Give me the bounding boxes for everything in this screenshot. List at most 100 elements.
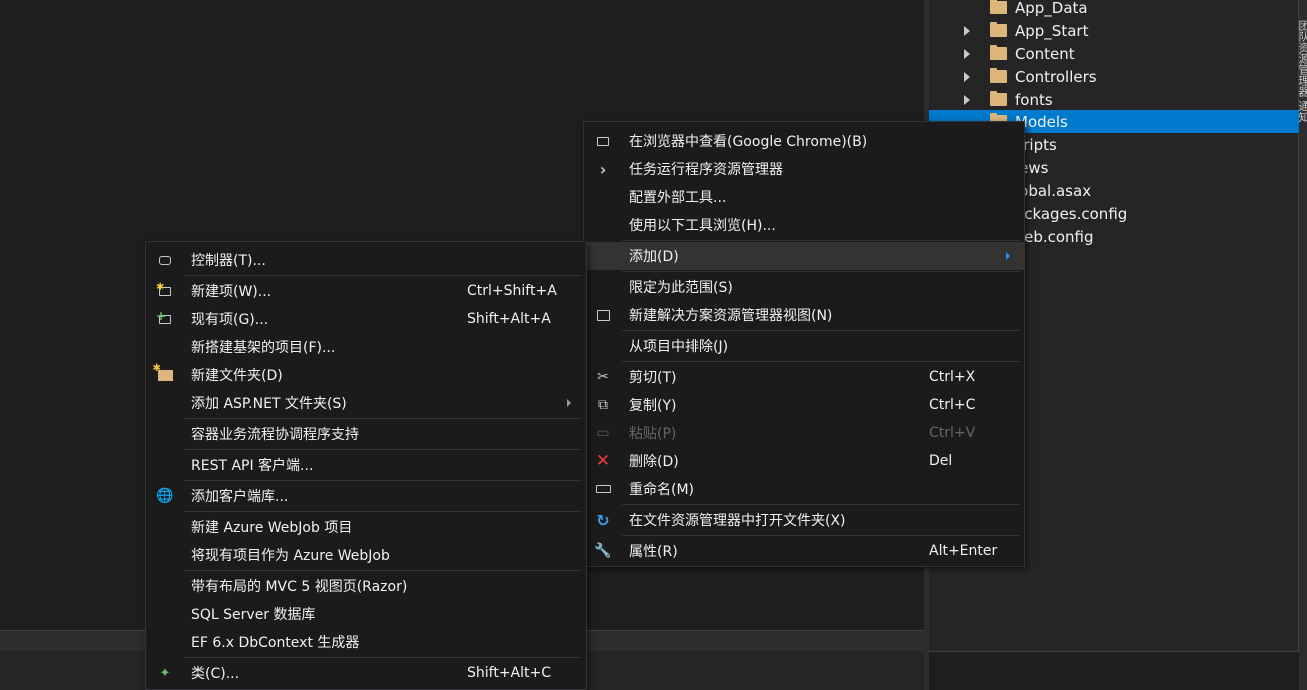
menu-item-view-in-browser[interactable]: 在浏览器中查看(Google Chrome)(B): [584, 127, 1024, 155]
menu-item-container-orchestrator[interactable]: 容器业务流程协调程序支持: [146, 420, 586, 448]
expand-arrow-icon[interactable]: [964, 25, 970, 36]
tree-item-label: Veb.config: [1015, 227, 1094, 246]
side-strip-label: 团队资源管理器 通知: [1299, 20, 1307, 123]
menu-item-label: 将现有项目作为 Azure WebJob: [191, 548, 390, 564]
menu-item-sql-server-db[interactable]: SQL Server 数据库: [146, 600, 586, 628]
paste-icon: ▭: [596, 425, 610, 441]
menu-item-class[interactable]: ✦ 类(C)... Shift+Alt+C: [146, 659, 586, 687]
menu-item-new-solution-view[interactable]: 新建解决方案资源管理器视图(N): [584, 301, 1024, 329]
tree-item-label: lobal.asax: [1015, 181, 1092, 200]
tree-item-label: Content: [1015, 44, 1075, 63]
menu-separator: [622, 361, 1020, 362]
tree-item-label: Controllers: [1015, 67, 1097, 86]
menu-item-new-scaffolded-item[interactable]: 新搭建基架的项目(F)...: [146, 333, 586, 361]
menu-item-shortcut: Shift+Alt+A: [467, 311, 551, 327]
menu-item-existing-item[interactable]: + 现有项(G)... Shift+Alt+A: [146, 305, 586, 333]
menu-item-label: 粘贴(P): [629, 426, 677, 442]
menu-item-exclude[interactable]: 从项目中排除(J): [584, 332, 1024, 360]
delete-x-icon: ✕: [595, 451, 611, 471]
menu-item-shortcut: Alt+Enter: [929, 543, 998, 559]
menu-item-existing-as-webjob[interactable]: 将现有项目作为 Azure WebJob: [146, 541, 586, 569]
menu-item-delete[interactable]: ✕ 删除(D) Del: [584, 447, 1024, 475]
menu-item-scope-to-this[interactable]: 限定为此范围(S): [584, 273, 1024, 301]
submenu-arrow-icon: [567, 399, 571, 407]
menu-separator: [622, 504, 1020, 505]
menu-separator: [622, 240, 1020, 241]
side-tool-strip[interactable]: 团队资源管理器 通知: [1299, 0, 1307, 690]
add-submenu: 控制器(T)... ✱ 新建项(W)... Ctrl+Shift+A + 现有项…: [145, 241, 587, 690]
menu-item-label: 配置外部工具...: [629, 190, 727, 206]
chevron-right-icon: ›: [599, 159, 607, 179]
menu-item-label: 重命名(M): [629, 482, 695, 498]
menu-item-browse-with[interactable]: 使用以下工具浏览(H)...: [584, 211, 1024, 239]
menu-item-label: 新建解决方案资源管理器视图(N): [629, 308, 833, 324]
copy-icon: ⧉: [598, 397, 608, 413]
menu-item-add-aspnet-folder[interactable]: 添加 ASP.NET 文件夹(S): [146, 389, 586, 417]
menu-item-rename[interactable]: 重命名(M): [584, 475, 1024, 503]
existing-item-icon: +: [156, 309, 174, 328]
menu-item-label: 剪切(T): [629, 370, 677, 386]
menu-item-label: 控制器(T)...: [191, 253, 266, 269]
tree-item-app-data[interactable]: App_Data: [929, 0, 1299, 19]
menu-item-label: 带有布局的 MVC 5 视图页(Razor): [191, 579, 408, 595]
tree-item-app-start[interactable]: App_Start: [929, 19, 1299, 42]
menu-item-client-library[interactable]: 🌐 添加客户端库...: [146, 482, 586, 510]
folder-icon: [990, 0, 1007, 14]
menu-item-mvc5-view-page[interactable]: 带有布局的 MVC 5 视图页(Razor): [146, 572, 586, 600]
expand-arrow-icon[interactable]: [964, 71, 970, 82]
expand-arrow-icon[interactable]: [964, 94, 970, 105]
menu-item-rest-api-client[interactable]: REST API 客户端...: [146, 451, 586, 479]
class-icon: ✦: [159, 665, 171, 681]
tree-item-label: ackages.config: [1015, 204, 1128, 223]
controller-icon: [156, 251, 174, 269]
folder-icon: [990, 22, 1007, 37]
menu-item-new-azure-webjob[interactable]: 新建 Azure WebJob 项目: [146, 513, 586, 541]
menu-separator: [184, 657, 582, 658]
tree-item-content[interactable]: Content: [929, 42, 1299, 65]
menu-separator: [184, 275, 582, 276]
refresh-arrow-icon: ↻: [596, 510, 610, 530]
tree-item-fonts[interactable]: fonts: [929, 88, 1299, 111]
menu-item-cut[interactable]: ✂ 剪切(T) Ctrl+X: [584, 363, 1024, 391]
menu-item-add[interactable]: 添加(D): [584, 242, 1024, 270]
menu-item-shortcut: Ctrl+Shift+A: [467, 283, 557, 299]
menu-item-label: SQL Server 数据库: [191, 607, 316, 623]
expand-arrow-icon[interactable]: [964, 48, 970, 59]
globe-icon: 🌐: [156, 488, 174, 504]
menu-item-configure-tools[interactable]: 配置外部工具...: [584, 183, 1024, 211]
menu-item-open-in-explorer[interactable]: ↻ 在文件资源管理器中打开文件夹(X): [584, 506, 1024, 534]
menu-item-label: EF 6.x DbContext 生成器: [191, 635, 360, 651]
menu-item-label: 使用以下工具浏览(H)...: [629, 218, 776, 234]
menu-item-new-item[interactable]: ✱ 新建项(W)... Ctrl+Shift+A: [146, 277, 586, 305]
menu-item-new-folder[interactable]: ✱ 新建文件夹(D): [146, 361, 586, 389]
submenu-arrow-icon: [1006, 252, 1010, 260]
menu-item-shortcut: Shift+Alt+C: [467, 665, 552, 681]
menu-item-ef-dbcontext[interactable]: EF 6.x DbContext 生成器: [146, 628, 586, 656]
menu-item-label: 属性(R): [629, 544, 678, 560]
menu-item-shortcut: Ctrl+V: [929, 425, 976, 441]
menu-separator: [184, 449, 582, 450]
menu-item-label: 添加(D): [629, 249, 679, 265]
menu-item-copy[interactable]: ⧉ 复制(Y) Ctrl+C: [584, 391, 1024, 419]
browser-icon: [594, 132, 612, 150]
menu-item-label: 现有项(G)...: [191, 312, 269, 328]
menu-item-label: 从项目中排除(J): [629, 339, 729, 355]
menu-item-paste[interactable]: ▭ 粘贴(P) Ctrl+V: [584, 419, 1024, 447]
menu-item-label: 类(C)...: [191, 666, 240, 682]
menu-item-label: 在浏览器中查看(Google Chrome)(B): [629, 134, 868, 150]
menu-item-controller[interactable]: 控制器(T)...: [146, 246, 586, 274]
tree-item-label: fonts: [1015, 90, 1053, 109]
menu-item-label: 新搭建基架的项目(F)...: [191, 340, 336, 356]
tree-item-controllers[interactable]: Controllers: [929, 65, 1299, 88]
menu-separator: [622, 330, 1020, 331]
menu-item-label: 新建文件夹(D): [191, 368, 283, 384]
menu-item-label: REST API 客户端...: [191, 458, 314, 474]
menu-item-task-runner[interactable]: › 任务运行程序资源管理器: [584, 155, 1024, 183]
new-item-icon: ✱: [156, 282, 174, 300]
menu-item-label: 新建 Azure WebJob 项目: [191, 520, 353, 536]
menu-item-shortcut: Ctrl+C: [929, 397, 976, 413]
menu-separator: [184, 570, 582, 571]
menu-item-properties[interactable]: 🔧 属性(R) Alt+Enter: [584, 537, 1024, 565]
menu-item-label: 在文件资源管理器中打开文件夹(X): [629, 513, 846, 529]
menu-item-label: 限定为此范围(S): [629, 280, 733, 296]
